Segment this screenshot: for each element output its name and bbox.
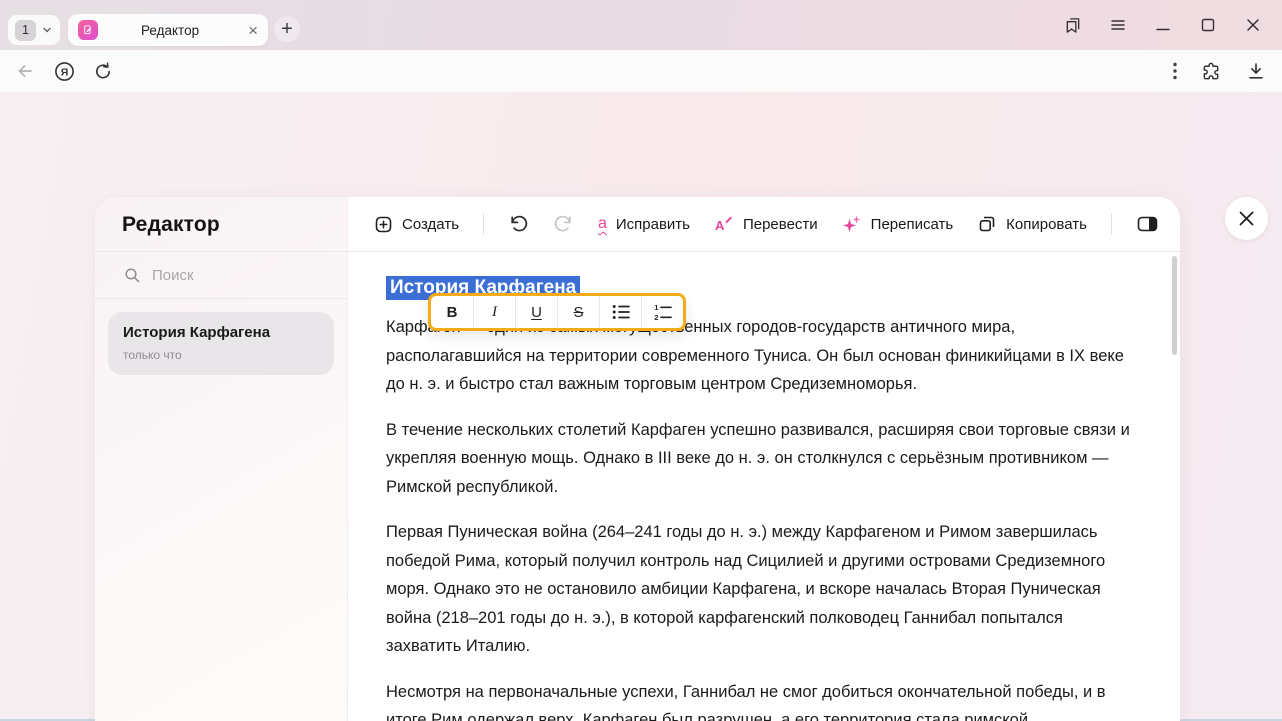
bullet-list-icon	[611, 303, 631, 321]
search-icon	[124, 267, 141, 284]
note-time: только что	[123, 348, 319, 362]
browser-titlebar: 1 Редактор × +	[0, 0, 1282, 50]
fix-icon: a	[598, 215, 607, 233]
numbered-list-button[interactable]: 12	[641, 296, 683, 328]
translate-icon: A	[714, 214, 734, 234]
sparkles-icon	[842, 214, 862, 234]
svg-text:Я: Я	[61, 66, 69, 78]
note-list-item[interactable]: История Карфагена только что	[108, 312, 334, 375]
tab-group-button[interactable]: 1	[8, 15, 60, 45]
fix-button[interactable]: a Исправить	[598, 215, 690, 233]
strikethrough-button[interactable]: S	[557, 296, 599, 328]
undo-button[interactable]	[508, 214, 529, 235]
tab-close-icon[interactable]: ×	[248, 22, 258, 39]
note-title: История Карфагена	[123, 324, 319, 341]
svg-text:1: 1	[654, 303, 658, 312]
window-minimize-icon[interactable]	[1154, 16, 1172, 34]
editor-toolbar: Создать a Исправить	[348, 197, 1180, 252]
main-area: Создать a Исправить	[348, 197, 1180, 721]
search-row[interactable]	[95, 252, 347, 299]
svg-text:2: 2	[654, 313, 658, 321]
svg-text:A: A	[715, 218, 725, 233]
browser-navbar: Я Y neuro-editor Редактор	[0, 50, 1282, 92]
close-editor-button[interactable]	[1225, 197, 1268, 240]
reload-icon[interactable]	[93, 61, 114, 82]
new-tab-button[interactable]: +	[274, 16, 300, 42]
redo-icon	[553, 214, 574, 235]
browser-tab-editor[interactable]: Редактор ×	[68, 14, 268, 46]
side-panel-icon	[1136, 214, 1159, 234]
editor-app-card: Редактор История Карфагена только что	[95, 197, 1180, 721]
downloads-icon[interactable]	[1246, 61, 1266, 81]
app-title: Редактор	[95, 197, 347, 252]
page-background: Редактор История Карфагена только что	[0, 92, 1282, 721]
sidebar: Редактор История Карфагена только что	[95, 197, 348, 721]
numbered-list-icon: 12	[653, 303, 673, 321]
close-icon	[1237, 209, 1256, 228]
yandex-icon[interactable]: Я	[53, 60, 76, 83]
copy-icon	[977, 214, 997, 234]
window-close-icon[interactable]	[1244, 16, 1262, 34]
toolbar-divider	[1111, 213, 1112, 235]
scrollbar-thumb[interactable]	[1172, 256, 1177, 355]
underline-button[interactable]: U	[515, 296, 557, 328]
editor-favicon-icon	[78, 20, 98, 40]
redo-button[interactable]	[553, 214, 574, 235]
paragraph[interactable]: В течение нескольких столетий Карфаген у…	[386, 416, 1142, 502]
more-options-icon[interactable]	[1173, 62, 1177, 80]
chevron-down-icon	[41, 24, 53, 36]
paragraph[interactable]: Несмотря на первоначальные успехи, Ганни…	[386, 678, 1142, 721]
tab-group-count: 1	[15, 20, 36, 41]
extensions-icon[interactable]	[1201, 61, 1222, 82]
translate-button[interactable]: A Перевести	[714, 214, 818, 234]
italic-button[interactable]: I	[473, 296, 515, 328]
paragraph[interactable]: Первая Пуническая война (264–241 годы до…	[386, 518, 1142, 661]
side-panel-toggle-button[interactable]	[1136, 214, 1159, 234]
format-toolbar: B I U S 12	[428, 293, 686, 331]
search-input[interactable]	[152, 267, 302, 284]
back-icon[interactable]	[14, 60, 36, 82]
toolbar-divider	[483, 213, 484, 235]
document-editor[interactable]: История Карфагена B I U S 12 Карфаген — …	[348, 252, 1180, 721]
bookmarks-panel-icon[interactable]	[1064, 16, 1082, 34]
rewrite-button[interactable]: Переписать	[842, 214, 954, 234]
copy-button[interactable]: Копировать	[977, 214, 1087, 234]
browser-menu-icon[interactable]	[1109, 16, 1127, 34]
window-maximize-icon[interactable]	[1199, 16, 1217, 34]
undo-icon	[508, 214, 529, 235]
create-button[interactable]: Создать	[374, 215, 459, 234]
bold-button[interactable]: B	[431, 296, 473, 328]
create-icon	[374, 215, 393, 234]
tab-title: Редактор	[98, 23, 242, 38]
bullet-list-button[interactable]	[599, 296, 641, 328]
